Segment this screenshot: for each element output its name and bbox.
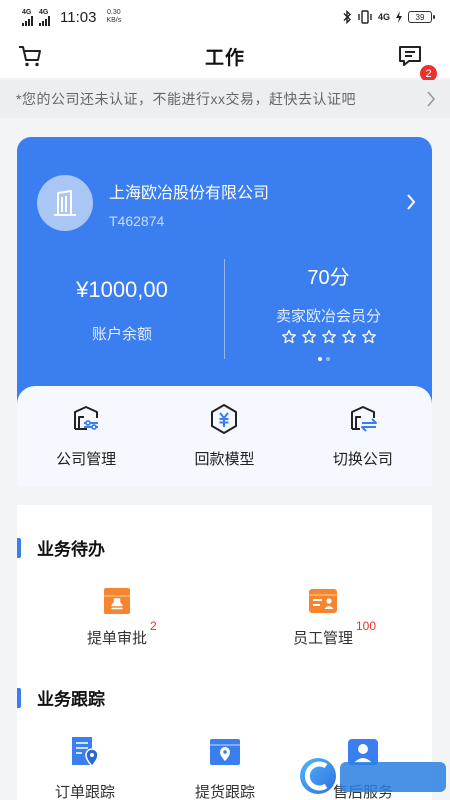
tracking-order[interactable]: 订单跟踪 bbox=[45, 735, 125, 800]
network-speed: 0.30 KB/s bbox=[106, 9, 121, 25]
action-switch-company[interactable]: 切换公司 bbox=[294, 386, 432, 486]
action-label: 回款模型 bbox=[194, 451, 255, 468]
todo-label: 员工管理 100 bbox=[292, 619, 376, 648]
action-label: 切换公司 bbox=[332, 451, 393, 468]
balance-label: 账户余额 bbox=[91, 326, 152, 343]
watermark-logo bbox=[300, 758, 446, 794]
signal-2: 4G bbox=[39, 9, 50, 26]
app-header: 工作 2 bbox=[0, 34, 450, 83]
tracking-label: 提货跟踪 bbox=[194, 784, 255, 800]
star-icon bbox=[301, 329, 316, 344]
cart-icon[interactable] bbox=[16, 42, 44, 70]
section-accent-bar bbox=[17, 687, 21, 708]
company-name[interactable]: 上海欧冶股份有限公司 bbox=[109, 179, 269, 203]
page-title: 工作 bbox=[204, 47, 245, 69]
balance-value[interactable]: ¥1000,00 bbox=[17, 277, 227, 303]
chevron-right-icon bbox=[427, 91, 436, 107]
todo-count: 2 bbox=[150, 619, 157, 633]
star-rating bbox=[225, 329, 432, 345]
charging-icon bbox=[396, 11, 402, 23]
tracking-label: 订单跟踪 bbox=[54, 784, 115, 800]
company-avatar[interactable] bbox=[37, 175, 93, 231]
section-accent-bar bbox=[17, 537, 21, 558]
id-card-icon bbox=[309, 589, 337, 613]
network-right-label: 4G bbox=[377, 12, 390, 22]
company-code: T462874 bbox=[109, 213, 165, 229]
action-label: 公司管理 bbox=[56, 451, 117, 468]
stamp-box-icon bbox=[104, 588, 130, 614]
section-title: 业务跟踪 bbox=[37, 690, 105, 709]
battery-level: 39 bbox=[415, 12, 425, 22]
todo-staff-management[interactable]: 员工管理 100 bbox=[283, 585, 376, 648]
network-speed-value: 0.30 bbox=[107, 9, 121, 16]
signal-bars-icon bbox=[22, 15, 33, 26]
todo-label-text: 提单审批 bbox=[86, 630, 147, 647]
action-payment-model[interactable]: 回款模型 bbox=[155, 386, 293, 486]
page-dot bbox=[326, 357, 330, 361]
notice-text: *您的公司还未认证，不能进行xx交易，赶快去认证吧 bbox=[16, 91, 356, 107]
page-dot-active bbox=[318, 357, 322, 361]
star-icon bbox=[321, 329, 336, 344]
building-icon bbox=[54, 190, 76, 216]
building-settings-icon bbox=[74, 406, 99, 430]
company-card: 上海欧冶股份有限公司 T462874 ¥1000,00 账户余额 70分 卖家欧… bbox=[17, 137, 432, 407]
hexagon-yuan-icon bbox=[211, 404, 238, 434]
section-header-todo: 业务待办 bbox=[17, 535, 105, 560]
status-time: 11:03 bbox=[60, 8, 97, 26]
section-title: 业务待办 bbox=[37, 540, 105, 559]
signal-bars-icon bbox=[39, 15, 50, 26]
todo-label: 提单审批 2 bbox=[86, 619, 157, 648]
chevron-right-icon[interactable] bbox=[406, 193, 416, 211]
signal-1: 4G bbox=[22, 9, 33, 26]
message-icon[interactable] bbox=[396, 42, 424, 70]
order-location-icon bbox=[72, 737, 99, 767]
vibrate-icon bbox=[358, 10, 372, 24]
building-switch-icon bbox=[350, 406, 377, 432]
status-bar: 4G 4G 11:03 0.30 KB/s 4G 39 bbox=[0, 0, 450, 34]
bluetooth-icon bbox=[343, 10, 351, 24]
member-score-label: 卖家欧冶会员分 bbox=[275, 308, 381, 325]
action-company-management[interactable]: 公司管理 bbox=[17, 386, 155, 486]
member-score-value[interactable]: 70分 bbox=[225, 261, 432, 290]
todo-label-text: 员工管理 bbox=[292, 630, 353, 647]
todo-bill-approval[interactable]: 提单审批 2 bbox=[77, 585, 157, 648]
tracking-pickup[interactable]: 提货跟踪 bbox=[185, 735, 265, 800]
verification-notice[interactable]: *您的公司还未认证，不能进行xx交易，赶快去认证吧 bbox=[0, 80, 450, 118]
star-icon bbox=[361, 329, 376, 344]
page-indicator bbox=[318, 357, 330, 361]
network-speed-unit: KB/s bbox=[106, 17, 122, 24]
battery-icon: 39 bbox=[408, 11, 435, 23]
quick-actions: 公司管理 回款模型 切换公司 bbox=[17, 386, 432, 486]
star-icon bbox=[281, 329, 296, 344]
signal-1-label: 4G bbox=[22, 8, 32, 16]
signal-2-label: 4G bbox=[39, 8, 49, 16]
todo-count: 100 bbox=[356, 619, 377, 633]
section-header-tracking: 业务跟踪 bbox=[17, 685, 105, 710]
star-icon bbox=[341, 329, 356, 344]
box-location-icon bbox=[210, 739, 240, 765]
